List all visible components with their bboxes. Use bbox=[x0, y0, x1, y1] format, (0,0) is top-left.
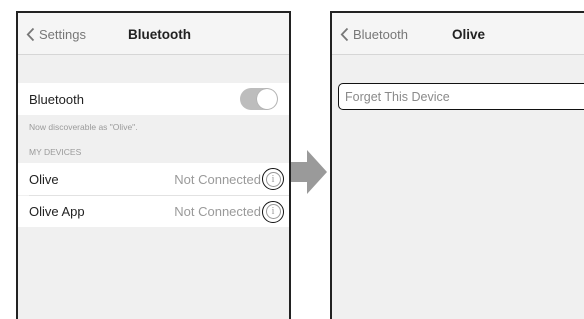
bluetooth-settings-screen: Settings Bluetooth Bluetooth Now discove… bbox=[16, 11, 291, 319]
info-button[interactable]: i bbox=[262, 200, 284, 223]
bluetooth-row: Bluetooth bbox=[18, 83, 289, 115]
device-name: Olive bbox=[29, 171, 59, 187]
bluetooth-label: Bluetooth bbox=[29, 91, 84, 107]
back-label: Settings bbox=[39, 26, 86, 42]
back-button[interactable]: Bluetooth bbox=[340, 13, 408, 55]
device-detail-screen: Bluetooth Olive Forget This Device bbox=[330, 11, 584, 319]
info-button[interactable]: i bbox=[262, 168, 284, 190]
device-status: Not Connected bbox=[174, 204, 261, 219]
info-icon: i bbox=[265, 204, 281, 219]
toggle-knob bbox=[257, 89, 277, 109]
page-title: Bluetooth bbox=[128, 26, 191, 42]
device-row-olive[interactable]: Olive Not Connected i bbox=[18, 163, 289, 195]
chevron-left-icon bbox=[340, 27, 349, 41]
section-header-my-devices: MY DEVICES bbox=[29, 147, 82, 157]
device-name: Olive App bbox=[29, 204, 85, 219]
back-label: Bluetooth bbox=[353, 26, 408, 42]
nav-bar: Bluetooth Olive bbox=[332, 13, 584, 55]
chevron-left-icon bbox=[26, 27, 35, 41]
nav-bar: Settings Bluetooth bbox=[18, 13, 289, 55]
arrow-right-icon bbox=[291, 150, 327, 194]
info-icon: i bbox=[265, 171, 281, 187]
forget-device-button[interactable]: Forget This Device bbox=[338, 83, 584, 110]
device-row-olive-app[interactable]: Olive App Not Connected i bbox=[18, 196, 289, 227]
device-status: Not Connected bbox=[174, 171, 261, 187]
bluetooth-toggle[interactable] bbox=[240, 88, 278, 110]
discoverable-text: Now discoverable as "Olive". bbox=[29, 122, 138, 132]
back-button[interactable]: Settings bbox=[26, 13, 86, 55]
page-title: Olive bbox=[452, 26, 486, 42]
